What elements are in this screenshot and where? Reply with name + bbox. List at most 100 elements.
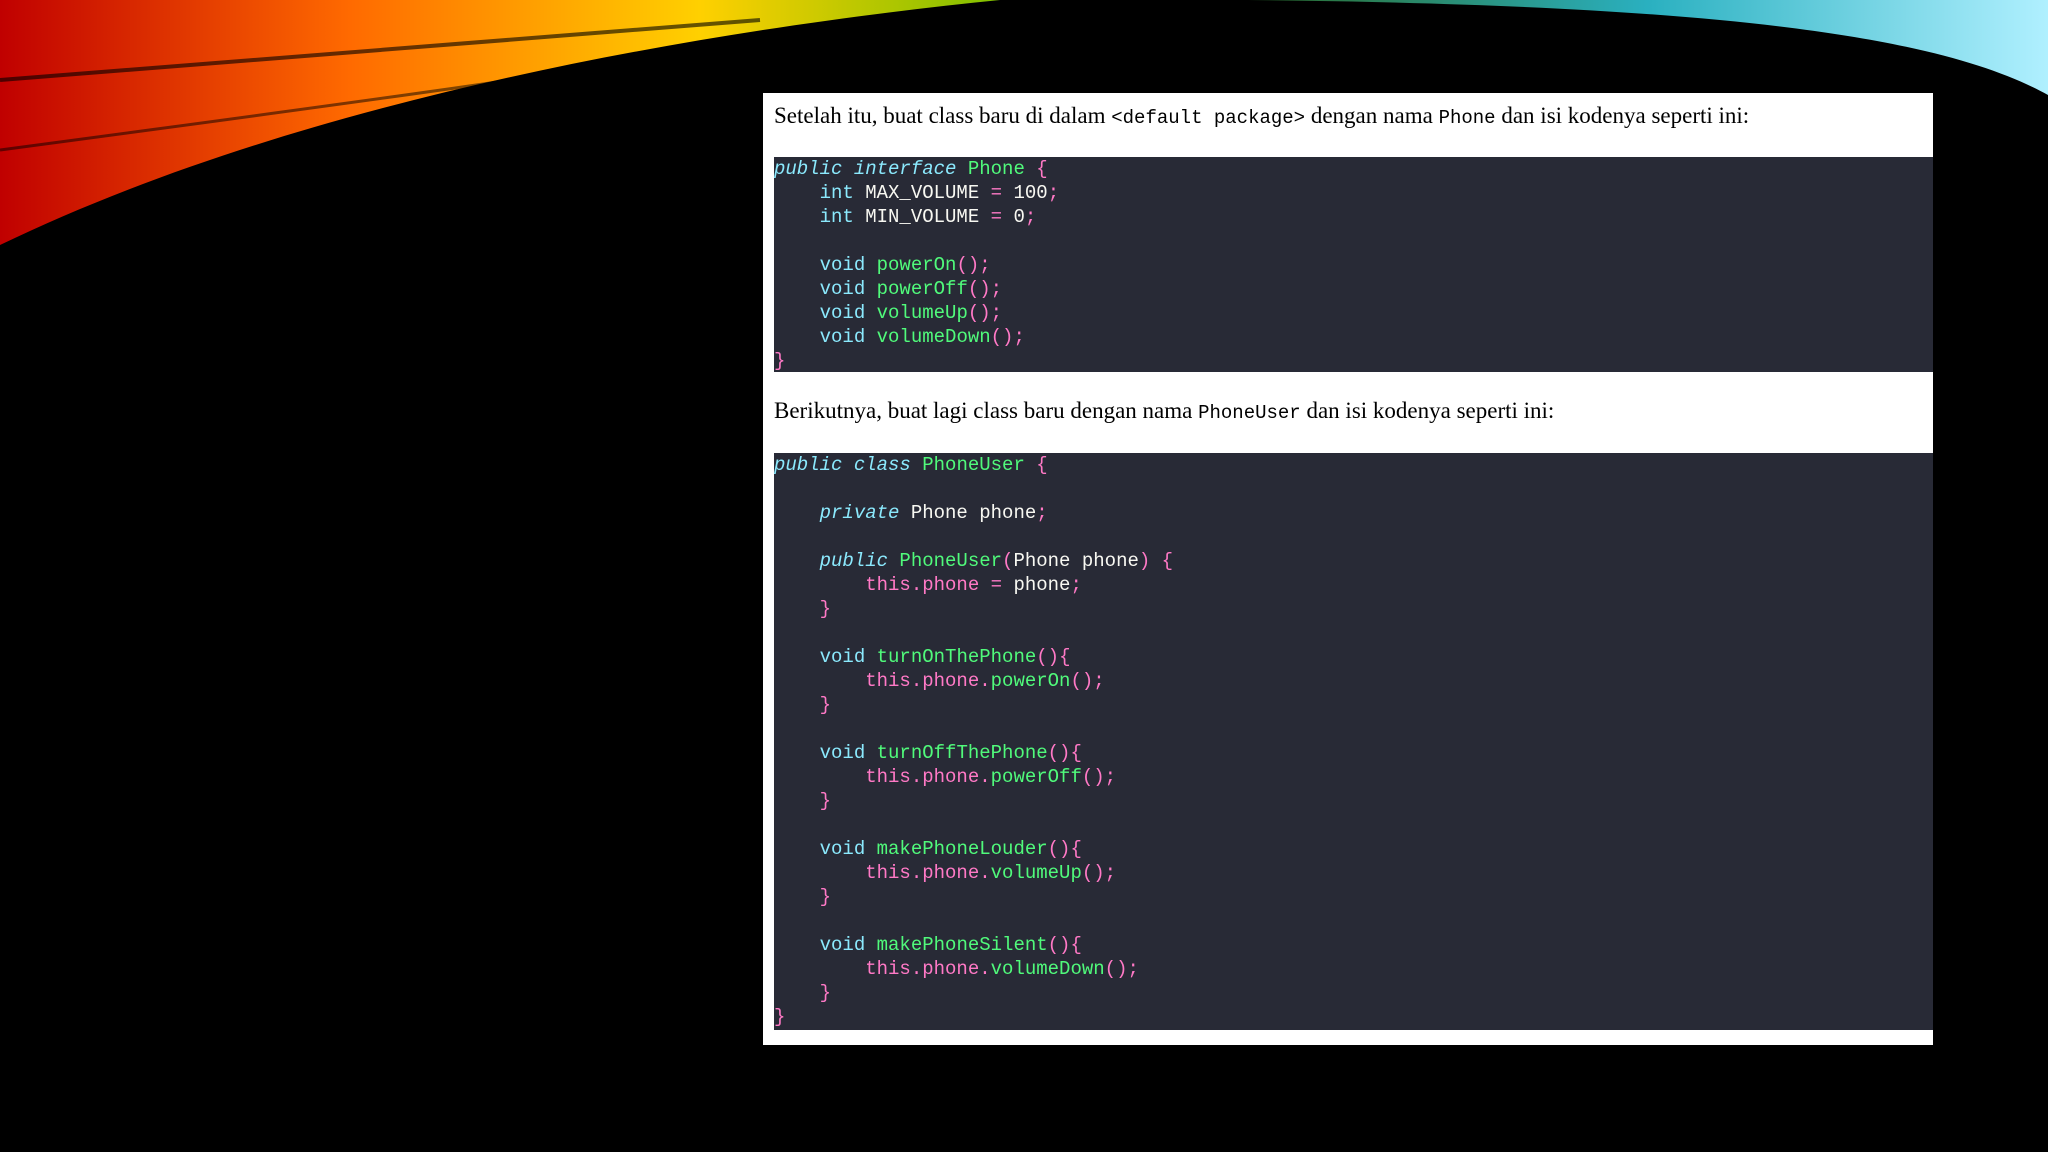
para1-text-mid: dengan nama bbox=[1305, 103, 1439, 128]
code-token: turnOnThePhone bbox=[876, 646, 1037, 668]
code-token: phone bbox=[1013, 574, 1071, 596]
content-panel: Setelah itu, buat class baru di dalam <d… bbox=[763, 93, 1933, 1045]
code-token: MIN_VOLUME bbox=[865, 206, 980, 228]
code-token: int bbox=[774, 182, 866, 204]
code-token: ( bbox=[1002, 550, 1014, 572]
code-token: void bbox=[774, 838, 877, 860]
para2-code-classname: PhoneUser bbox=[1198, 402, 1301, 424]
code-line: } bbox=[774, 693, 1933, 717]
code-token: 100 bbox=[1013, 182, 1048, 204]
code-token: ; bbox=[1047, 182, 1060, 204]
code-line: this.phone.powerOn(); bbox=[774, 669, 1933, 693]
code-token: Phone phone bbox=[910, 502, 1037, 524]
code-line: this.phone.powerOff(); bbox=[774, 765, 1933, 789]
code-line: void turnOnThePhone(){ bbox=[774, 645, 1933, 669]
code-line: public class PhoneUser { bbox=[774, 453, 1933, 477]
para1-text: Setelah itu, buat class baru di dalam bbox=[774, 103, 1112, 128]
code-line: } bbox=[774, 597, 1933, 621]
code-token: } bbox=[774, 982, 832, 1004]
code-token: } bbox=[774, 886, 832, 908]
code-token: void bbox=[774, 254, 877, 276]
code-token: public class bbox=[774, 454, 923, 476]
code-line: void turnOffThePhone(){ bbox=[774, 741, 1933, 765]
code-line: } bbox=[774, 981, 1933, 1005]
code-token: private bbox=[774, 502, 911, 524]
code-token: 0 bbox=[1013, 206, 1025, 228]
code-line: void makePhoneLouder(){ bbox=[774, 837, 1933, 861]
code-token: volumeDown bbox=[990, 958, 1105, 980]
code-line: void makePhoneSilent(){ bbox=[774, 933, 1933, 957]
code-token: PhoneUser bbox=[899, 550, 1003, 572]
code-token: volumeUp bbox=[876, 302, 968, 324]
code-block-phoneuser-class: public class PhoneUser { private Phone p… bbox=[774, 453, 1933, 1030]
code-token: MAX_VOLUME bbox=[865, 182, 980, 204]
code-token: powerOff bbox=[876, 278, 968, 300]
code-token: (); bbox=[967, 302, 1003, 324]
code-token: this.phone. bbox=[774, 862, 991, 884]
code-token: volumeDown bbox=[876, 326, 991, 348]
code-token: = bbox=[979, 574, 1014, 596]
code-token: makePhoneSilent bbox=[876, 934, 1048, 956]
code-token: void bbox=[774, 934, 877, 956]
para1-code-classname: Phone bbox=[1438, 107, 1496, 129]
code-token: (); bbox=[1081, 766, 1117, 788]
code-token: (); bbox=[1070, 670, 1105, 692]
code-token: ; bbox=[1070, 574, 1082, 596]
code-token: this.phone bbox=[774, 574, 980, 596]
instruction-paragraph-2: Berikutnya, buat lagi class baru dengan … bbox=[774, 396, 1554, 428]
code-line: this.phone.volumeDown(); bbox=[774, 957, 1933, 981]
code-token: = bbox=[979, 206, 1014, 228]
code-token: (){ bbox=[1036, 646, 1071, 668]
code-line: } bbox=[774, 885, 1933, 909]
code-line: public PhoneUser(Phone phone) { bbox=[774, 549, 1933, 573]
code-token: this.phone. bbox=[774, 670, 991, 692]
code-token: (){ bbox=[1047, 934, 1082, 956]
code-token: ; bbox=[1024, 206, 1037, 228]
code-token: powerOff bbox=[990, 766, 1082, 788]
code-token: this.phone. bbox=[774, 958, 991, 980]
code-token: makePhoneLouder bbox=[876, 838, 1048, 860]
para2-text: Berikutnya, buat lagi class baru dengan … bbox=[774, 398, 1199, 423]
code-token: public bbox=[774, 550, 900, 572]
code-token: ; bbox=[1036, 502, 1048, 524]
para2-text-end: dan isi kodenya seperti ini: bbox=[1300, 398, 1555, 423]
code-token: (); bbox=[990, 326, 1025, 348]
code-token: (); bbox=[1104, 958, 1139, 980]
code-token: powerOn bbox=[990, 670, 1071, 692]
code-token: void bbox=[774, 646, 877, 668]
code-token: void bbox=[774, 326, 877, 348]
code-token: Phone phone bbox=[1013, 550, 1139, 572]
para1-text-end: dan isi kodenya seperti ini: bbox=[1495, 103, 1750, 128]
code-line: int MIN_VOLUME = 0; bbox=[774, 205, 1933, 229]
code-token: Phone bbox=[967, 158, 1025, 180]
code-line: void powerOn(); bbox=[774, 253, 1933, 277]
code-line: private Phone phone; bbox=[774, 501, 1933, 525]
code-token: void bbox=[774, 278, 877, 300]
code-line: this.phone.volumeUp(); bbox=[774, 861, 1933, 885]
code-token: } bbox=[774, 790, 832, 812]
code-token: void bbox=[774, 742, 877, 764]
code-line: void volumeUp(); bbox=[774, 301, 1933, 325]
code-line: } bbox=[774, 349, 1933, 372]
code-token: } bbox=[774, 1006, 786, 1028]
code-token: } bbox=[774, 598, 832, 620]
code-token: powerOn bbox=[876, 254, 957, 276]
code-line: void powerOff(); bbox=[774, 277, 1933, 301]
code-token: = bbox=[979, 182, 1014, 204]
instruction-paragraph-1: Setelah itu, buat class baru di dalam <d… bbox=[774, 101, 1749, 133]
para1-code-package: <default package> bbox=[1111, 107, 1306, 129]
code-token: (); bbox=[1081, 862, 1117, 884]
code-token: PhoneUser bbox=[922, 454, 1025, 476]
code-token: (); bbox=[956, 254, 991, 276]
code-token: (); bbox=[967, 278, 1003, 300]
code-line: public interface Phone { bbox=[774, 157, 1933, 181]
code-token: { bbox=[1024, 158, 1048, 180]
code-token: void bbox=[774, 302, 877, 324]
code-token: (){ bbox=[1047, 838, 1082, 860]
